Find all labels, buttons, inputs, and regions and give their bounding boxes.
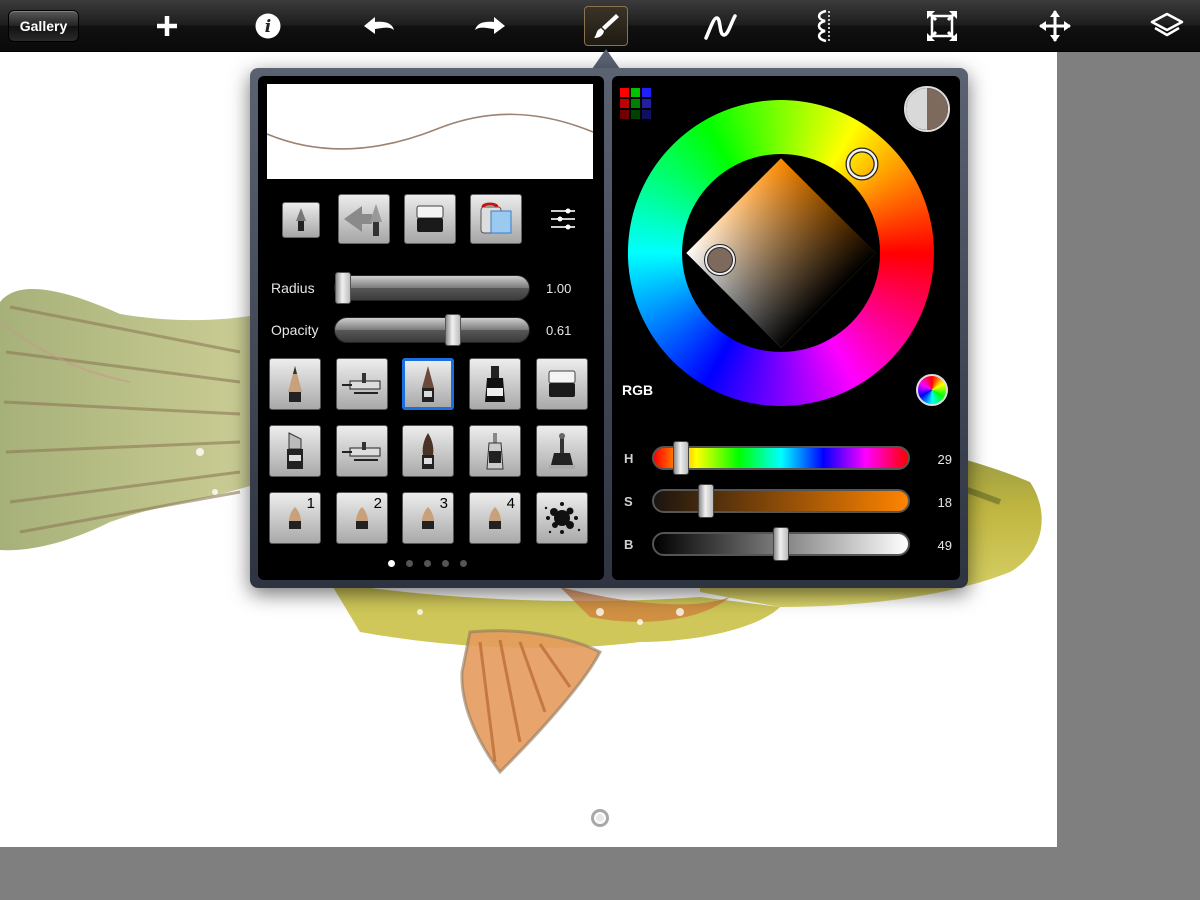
brush-custom-1[interactable]: 1	[269, 492, 321, 544]
transform-icon[interactable]	[920, 6, 964, 46]
saturation-label: S	[624, 494, 633, 509]
page-dot[interactable]	[424, 560, 431, 567]
color-mode-label[interactable]: RGB	[622, 382, 653, 398]
brush-paintbrush[interactable]	[402, 425, 454, 477]
hue-slider[interactable]	[652, 441, 910, 475]
brightness-value: 49	[937, 538, 952, 553]
brush-custom-3[interactable]: 3	[402, 492, 454, 544]
brightness-label: B	[624, 537, 634, 552]
page-dot[interactable]	[442, 560, 449, 567]
color-panel: RGB H 29 S 18 B 49	[612, 76, 960, 580]
color-mode-icon[interactable]	[916, 374, 948, 406]
radius-value: 1.00	[546, 281, 572, 296]
color-swatch[interactable]	[642, 88, 651, 97]
add-icon[interactable]	[145, 6, 189, 46]
brush-custom-2[interactable]: 2	[336, 492, 388, 544]
brush-splatter[interactable]	[536, 492, 588, 544]
brush-panel: Radius 1.00 Opacity 0.61 1 2 3 4	[258, 76, 604, 580]
symmetry-icon[interactable]	[800, 6, 844, 46]
stroke-preview	[266, 84, 594, 179]
app-window: Gallery i Radius 1.00 Opacity 0.61 1 2 3…	[0, 0, 1200, 900]
smudge-mode-button[interactable]	[338, 194, 390, 244]
brush-icon[interactable]	[584, 6, 628, 46]
brush-ink-pen[interactable]	[402, 358, 454, 410]
radius-slider[interactable]	[334, 272, 530, 304]
stroke-icon[interactable]	[698, 6, 742, 46]
brush-airbrush-fine[interactable]	[336, 425, 388, 477]
svg-text:i: i	[265, 17, 271, 37]
page-dot[interactable]	[388, 560, 395, 567]
brush-tip-button[interactable]	[282, 202, 320, 238]
brush-eraser[interactable]	[536, 358, 588, 410]
brush-stamp[interactable]	[536, 425, 588, 477]
radius-slider-thumb[interactable]	[335, 272, 351, 304]
saturation-slider-thumb[interactable]	[698, 484, 714, 518]
gallery-button[interactable]: Gallery	[8, 10, 79, 42]
brush-number: 3	[439, 495, 448, 512]
move-icon[interactable]	[1033, 6, 1077, 46]
brush-number: 1	[306, 495, 315, 512]
brush-number: 4	[506, 495, 515, 512]
popover-arrow	[592, 49, 620, 69]
brightness-slider[interactable]	[652, 527, 910, 561]
color-swatch[interactable]	[631, 88, 640, 97]
hue-value: 29	[937, 452, 952, 467]
opacity-value: 0.61	[546, 323, 572, 338]
brush-chisel-marker[interactable]	[269, 425, 321, 477]
eraser-mode-button[interactable]	[404, 194, 456, 244]
brightness-slider-thumb[interactable]	[773, 527, 789, 561]
hue-slider-thumb[interactable]	[673, 441, 689, 475]
color-wheel[interactable]	[626, 98, 936, 408]
layers-icon[interactable]	[1145, 6, 1189, 46]
brush-marker[interactable]	[469, 358, 521, 410]
fill-mode-button[interactable]	[470, 194, 522, 244]
undo-icon[interactable]	[357, 6, 401, 46]
brush-color-popover: Radius 1.00 Opacity 0.61 1 2 3 4 RGB H 2…	[250, 68, 968, 588]
toolbar: Gallery i	[0, 0, 1200, 52]
brush-settings-icon[interactable]	[548, 204, 578, 234]
redo-icon[interactable]	[468, 6, 512, 46]
opacity-label: Opacity	[271, 322, 319, 338]
hue-label: H	[624, 451, 634, 466]
brush-page-indicator[interactable]	[388, 560, 467, 567]
brush-pencil[interactable]	[269, 358, 321, 410]
opacity-slider[interactable]	[334, 314, 530, 346]
info-icon[interactable]: i	[246, 6, 290, 46]
canvas-handle[interactable]	[591, 809, 609, 827]
saturation-value: 18	[937, 495, 952, 510]
radius-label: Radius	[271, 280, 315, 296]
color-swatch[interactable]	[620, 88, 629, 97]
brush-custom-4[interactable]: 4	[469, 492, 521, 544]
brush-airbrush[interactable]	[336, 358, 388, 410]
brush-number: 2	[373, 495, 382, 512]
page-dot[interactable]	[460, 560, 467, 567]
opacity-slider-thumb[interactable]	[445, 314, 461, 346]
brush-felt-tip[interactable]	[469, 425, 521, 477]
saturation-slider[interactable]	[652, 484, 910, 518]
page-dot[interactable]	[406, 560, 413, 567]
